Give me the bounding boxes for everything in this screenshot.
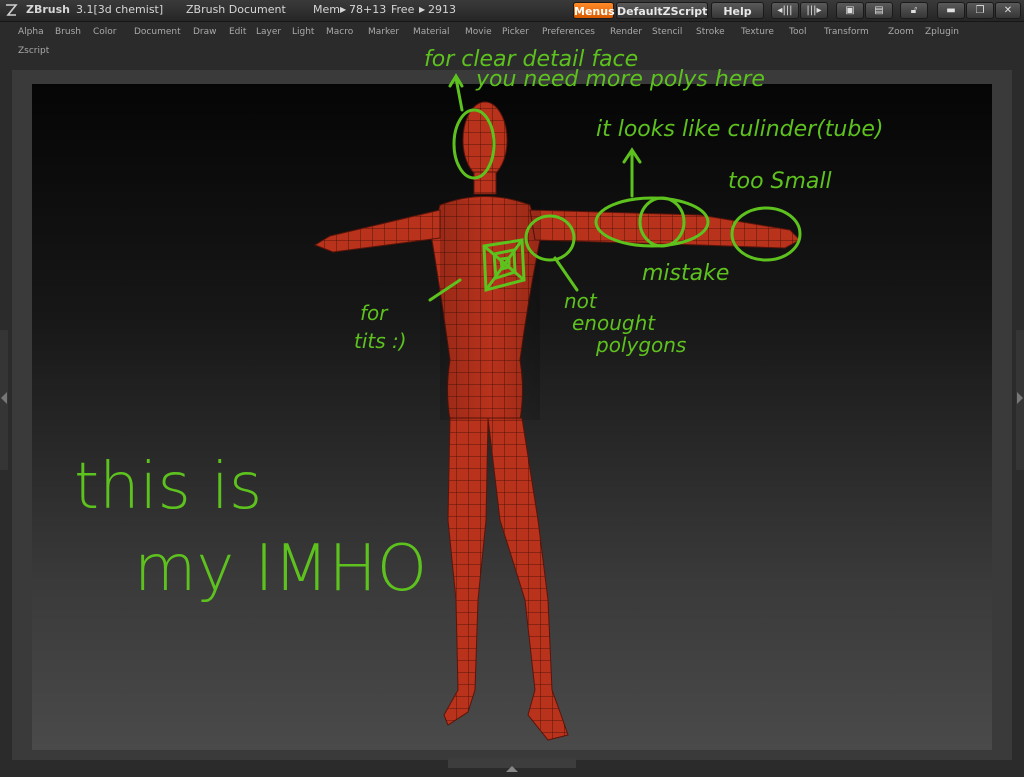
opinion-line-1: this is — [74, 450, 262, 524]
character-model[interactable] — [313, 101, 801, 741]
opinion-line-2: my IMHO — [134, 532, 427, 606]
hand-note: too Small — [728, 169, 832, 194]
viewport-overlay: for clear detail face you need more poly… — [74, 47, 883, 741]
poly-note-line-3: polygons — [595, 333, 686, 357]
mistake-note: mistake — [642, 261, 729, 286]
poly-note-line-2: enought — [572, 311, 656, 335]
chest-note-line-1: for — [360, 301, 389, 325]
face-note-line-2: you need more polys here — [475, 67, 765, 92]
arm-note: it looks like culinder(tube) — [596, 117, 883, 142]
chest-note-line-2: tits :) — [354, 329, 407, 353]
poly-note-line-1: not — [564, 289, 598, 313]
